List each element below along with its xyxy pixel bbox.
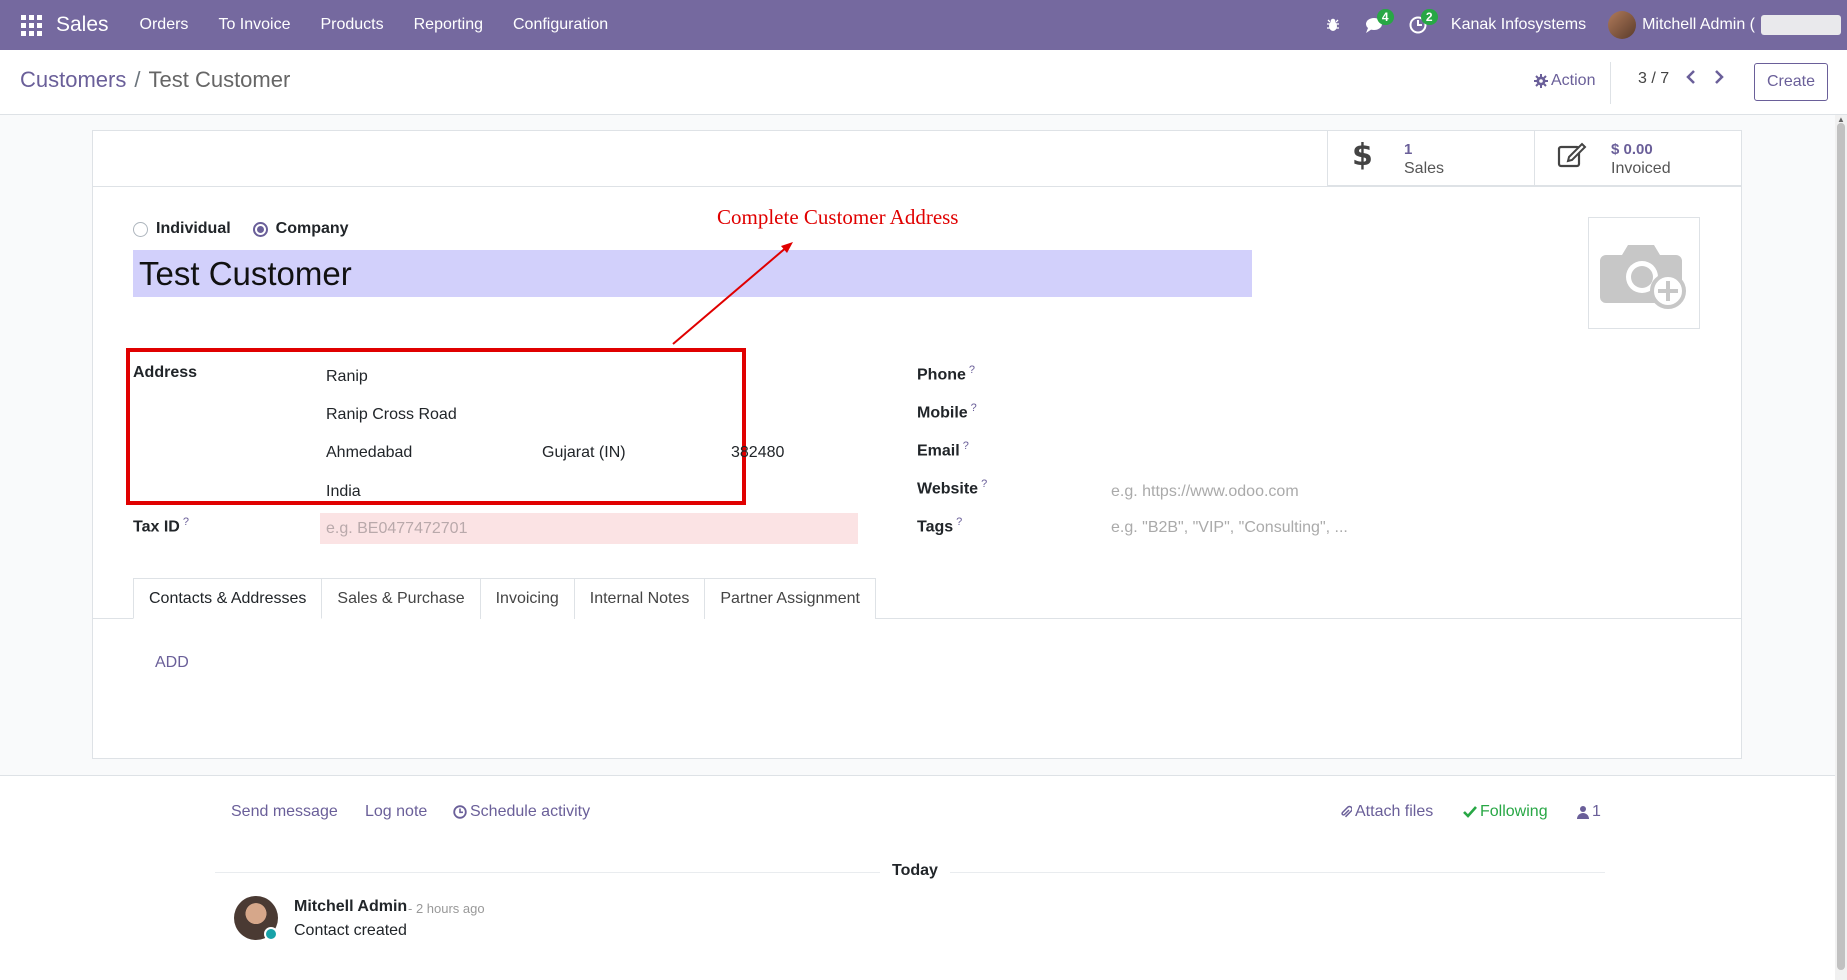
message-body: Contact created: [294, 922, 407, 939]
notebook-tabs: Contacts & Addresses Sales & Purchase In…: [133, 578, 876, 619]
schedule-activity-label: Schedule activity: [470, 803, 591, 820]
messages-icon[interactable]: 4: [1353, 0, 1397, 50]
messages-badge: 4: [1376, 9, 1394, 25]
tab-invoicing[interactable]: Invoicing: [480, 578, 575, 619]
following-button[interactable]: Following: [1463, 803, 1548, 821]
pager-value[interactable]: 3 / 7: [1638, 70, 1669, 88]
activities-badge: 2: [1420, 9, 1438, 25]
message-author[interactable]: Mitchell Admin: [294, 898, 407, 916]
website-help[interactable]: ?: [981, 478, 987, 490]
main-navbar: Sales Orders To Invoice Products Reporti…: [0, 0, 1847, 50]
user-avatar[interactable]: [1608, 11, 1637, 39]
scrollbar-thumb[interactable]: [1837, 123, 1845, 970]
app-name[interactable]: Sales: [56, 13, 109, 37]
menu-products[interactable]: Products: [305, 0, 398, 50]
website-input[interactable]: e.g. https://www.odoo.com: [1111, 483, 1299, 501]
menu-reporting[interactable]: Reporting: [399, 0, 498, 50]
debug-bug-icon[interactable]: [1313, 0, 1353, 50]
street2-field[interactable]: Ranip Cross Road: [326, 406, 457, 424]
breadcrumb-separator: /: [134, 67, 141, 92]
chatter: Send message Log note Schedule activity …: [0, 775, 1835, 980]
tab-internal-notes[interactable]: Internal Notes: [574, 578, 706, 619]
tab-partner-assignment[interactable]: Partner Assignment: [705, 578, 876, 619]
tax-id-input[interactable]: e.g. BE0477472701: [320, 513, 858, 544]
menu-to-invoice[interactable]: To Invoice: [203, 0, 305, 50]
tax-id-help[interactable]: ?: [183, 516, 189, 528]
database-name-blurred: [1761, 15, 1841, 35]
form-sheet: $ 1 Sales $ 0.00 Invoiced Individual Com…: [92, 130, 1742, 759]
tags-help[interactable]: ?: [956, 516, 962, 528]
street-field[interactable]: Ranip: [326, 368, 368, 386]
phone-label: Phone?: [917, 364, 976, 384]
company-switcher[interactable]: Kanak Infosystems: [1439, 16, 1598, 34]
clock-icon: [453, 805, 467, 819]
schedule-activity-button[interactable]: Schedule activity: [453, 803, 590, 821]
tab-sales-purchase[interactable]: Sales & Purchase: [322, 578, 481, 619]
activities-clock-icon[interactable]: 2: [1397, 0, 1439, 50]
attach-files-button[interactable]: Attach files: [1340, 803, 1433, 821]
tags-input[interactable]: e.g. "B2B", "VIP", "Consulting", ...: [1111, 519, 1348, 537]
log-note-button[interactable]: Log note: [365, 803, 427, 821]
mobile-label: Mobile?: [917, 402, 977, 422]
zip-field[interactable]: 382480: [731, 444, 784, 462]
following-label: Following: [1480, 803, 1548, 820]
page-scrollbar[interactable]: ▲: [1835, 115, 1847, 980]
address-label: Address: [133, 364, 198, 381]
tags-label: Tags?: [917, 516, 963, 536]
phone-help[interactable]: ?: [969, 364, 975, 376]
control-panel-divider: [1610, 62, 1611, 104]
mobile-help[interactable]: ?: [971, 402, 977, 414]
tab-contacts-addresses[interactable]: Contacts & Addresses: [133, 578, 323, 619]
message-time: - 2 hours ago: [408, 901, 485, 916]
breadcrumb-current: Test Customer: [148, 67, 291, 92]
city-field[interactable]: Ahmedabad: [326, 444, 412, 462]
menu-configuration[interactable]: Configuration: [498, 0, 623, 50]
send-message-button[interactable]: Send message: [231, 803, 338, 821]
pager-previous-icon[interactable]: [1686, 68, 1696, 89]
followers-button[interactable]: 1: [1577, 803, 1601, 821]
gear-icon: [1534, 74, 1548, 88]
user-menu[interactable]: Mitchell Admin (: [1642, 16, 1755, 34]
email-label: Email?: [917, 440, 969, 460]
breadcrumb-customers[interactable]: Customers: [20, 67, 126, 92]
website-label: Website?: [917, 478, 988, 498]
address-highlight-box: [126, 348, 746, 505]
add-contact-button[interactable]: ADD: [155, 654, 189, 672]
attach-files-label: Attach files: [1355, 803, 1434, 820]
email-help[interactable]: ?: [963, 440, 969, 452]
pager-next-icon[interactable]: [1714, 68, 1724, 89]
breadcrumb: Customers / Test Customer: [20, 67, 290, 93]
date-separator-label: Today: [880, 862, 950, 880]
state-field[interactable]: Gujarat (IN): [542, 444, 626, 462]
action-label: Action: [1551, 72, 1596, 89]
followers-count: 1: [1592, 803, 1601, 820]
apps-menu-icon[interactable]: [0, 0, 62, 50]
action-button[interactable]: Action: [1534, 72, 1595, 90]
control-panel: Customers / Test Customer Action 3 / 7 Cre…: [0, 50, 1847, 115]
paperclip-icon: [1341, 805, 1352, 818]
online-status-indicator: [264, 927, 278, 941]
check-icon: [1463, 806, 1477, 818]
user-icon: [1577, 806, 1589, 819]
menu-orders[interactable]: Orders: [125, 0, 204, 50]
create-button[interactable]: Create: [1754, 63, 1828, 101]
tax-id-label: Tax ID?: [133, 516, 189, 536]
country-field[interactable]: India: [326, 483, 361, 501]
